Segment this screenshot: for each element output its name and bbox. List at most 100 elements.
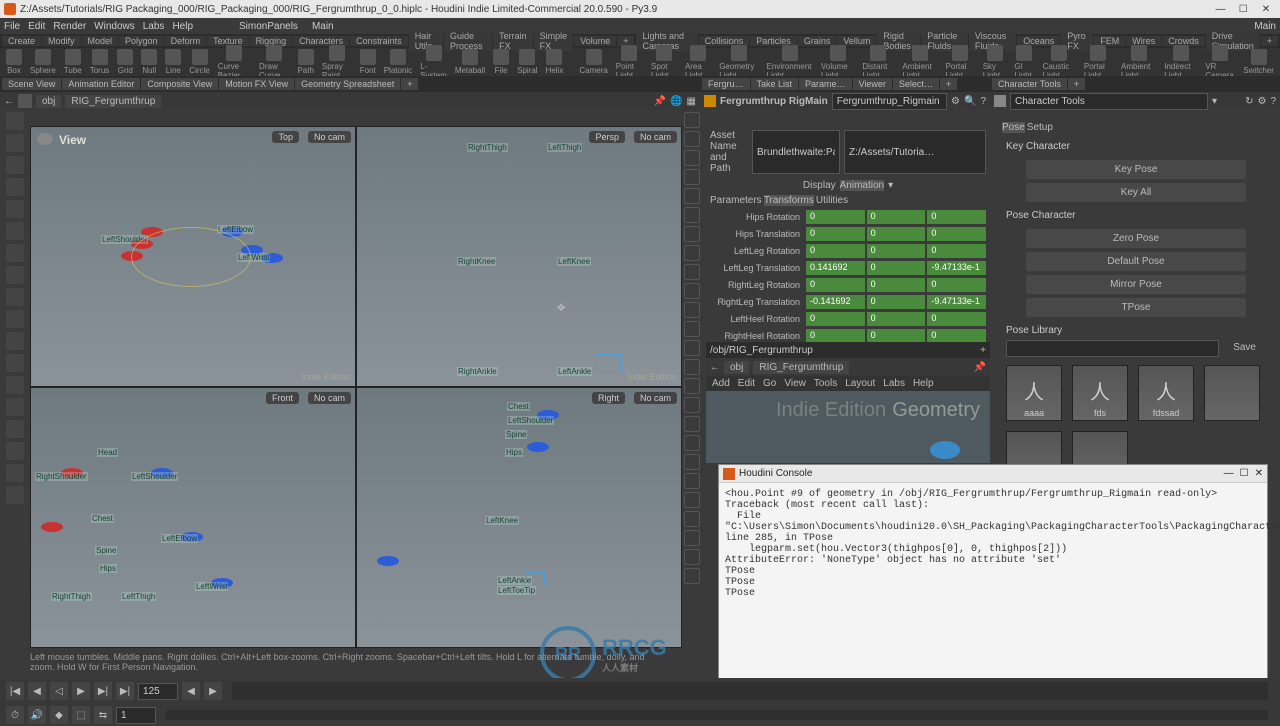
shelf-item[interactable]: GI Light xyxy=(1014,45,1034,80)
desktop-dropdown[interactable]: SimonPanels xyxy=(239,21,298,32)
display-options-icon[interactable] xyxy=(6,112,24,130)
shelf-item[interactable]: Spray Paint xyxy=(322,45,352,80)
prev-frame-button[interactable]: ◀ xyxy=(28,682,46,700)
pane-tab[interactable]: Select… xyxy=(893,78,939,90)
vp-tool-icon[interactable] xyxy=(684,511,700,527)
shelf-item[interactable]: Geometry Light xyxy=(719,45,758,80)
joint[interactable] xyxy=(377,556,399,566)
close-button[interactable]: ✕ xyxy=(1256,4,1276,15)
vp-tool-icon[interactable] xyxy=(684,150,700,166)
shelf-tab[interactable]: Guide Process xyxy=(444,31,492,51)
param-x-field[interactable]: 0 xyxy=(806,329,865,343)
tool-icon[interactable] xyxy=(6,376,24,394)
save-pose-button[interactable]: Save xyxy=(1223,340,1266,357)
scope-icon[interactable]: ⬚ xyxy=(72,706,90,724)
shelf-item[interactable]: Font xyxy=(360,49,376,75)
tool-icon[interactable] xyxy=(6,420,24,438)
default-pose-button[interactable]: Default Pose xyxy=(1026,252,1246,271)
vp-tool-icon[interactable] xyxy=(684,397,700,413)
pane-tab-sceneview[interactable]: Scene View xyxy=(2,78,61,90)
shelf-item[interactable]: Torus xyxy=(90,49,110,75)
shelf-item[interactable]: VR Camera xyxy=(1205,45,1235,80)
menu-file[interactable]: File xyxy=(4,21,20,32)
shelf-item[interactable]: Environment Light xyxy=(767,45,813,80)
pane-tab[interactable]: Viewer xyxy=(853,78,892,90)
shelf-tab[interactable]: Deform xyxy=(165,36,207,46)
search-icon[interactable]: 🔍 xyxy=(964,96,976,107)
tool-icon[interactable] xyxy=(6,134,24,152)
shelf-tab[interactable]: Constraints xyxy=(350,36,408,46)
shelf-item[interactable]: File xyxy=(493,49,509,75)
pane-tab-add[interactable]: + xyxy=(1068,78,1085,90)
net-menu[interactable]: Go xyxy=(763,378,776,389)
shelf-tab[interactable]: Terrain FX xyxy=(493,31,533,51)
vp-tool-icon[interactable] xyxy=(684,454,700,470)
pane-tab-add[interactable]: + xyxy=(401,78,418,90)
vp-tool-icon[interactable] xyxy=(684,492,700,508)
shelf-tab[interactable]: Simple FX xyxy=(534,31,574,51)
vp-tool-icon[interactable] xyxy=(684,530,700,546)
viewport-front[interactable]: Front No cam Head Chest Spine Hips LeftS… xyxy=(30,387,356,648)
param-z-field[interactable]: 0 xyxy=(927,312,986,326)
vp-tool-icon[interactable] xyxy=(684,169,700,185)
shelf-item[interactable]: Helix xyxy=(546,49,564,75)
shelf-tab[interactable]: Modify xyxy=(42,36,81,46)
node-icon[interactable] xyxy=(930,441,960,459)
net-menu[interactable]: Tools xyxy=(814,378,837,389)
shelf-set-dropdown[interactable]: Main xyxy=(312,21,334,32)
param-z-field[interactable]: 0 xyxy=(927,227,986,241)
shelf-item[interactable]: Spot Light xyxy=(651,45,677,80)
subtab-transforms[interactable]: Transforms xyxy=(764,195,814,206)
pane-tab[interactable]: Fergru… xyxy=(702,78,750,90)
dropdown-icon[interactable]: ▾ xyxy=(888,180,893,191)
net-menu[interactable]: View xyxy=(784,378,806,389)
vp-tool-icon[interactable] xyxy=(684,283,700,299)
shelf-item[interactable]: Volume Light xyxy=(821,45,854,80)
tool-icon[interactable] xyxy=(6,288,24,306)
console-output[interactable]: <hou.Point #9 of geometry in /obj/RIG_Fe… xyxy=(719,483,1267,605)
step-fwd-button[interactable]: ▶ xyxy=(204,682,222,700)
chartools-dropdown-icon[interactable]: ▾ xyxy=(1212,96,1217,107)
pane-tab-geospread[interactable]: Geometry Spreadsheet xyxy=(295,78,400,90)
shelf-item[interactable]: L-System xyxy=(420,45,447,80)
net-menu[interactable]: Edit xyxy=(738,378,755,389)
zero-pose-button[interactable]: Zero Pose xyxy=(1026,229,1246,248)
param-z-field[interactable]: -9.47133e-1 xyxy=(927,261,986,275)
realtime-icon[interactable]: ⏱ xyxy=(6,706,24,724)
minimize-button[interactable]: — xyxy=(1210,4,1230,15)
subtab-parameters[interactable]: Parameters xyxy=(710,195,762,206)
view-tag-nocam[interactable]: No cam xyxy=(308,392,351,404)
view-tag-top[interactable]: Top xyxy=(272,131,299,143)
shelf-item[interactable]: Box xyxy=(6,49,22,75)
vp-tool-icon[interactable] xyxy=(684,359,700,375)
settings-gear-icon[interactable]: ⚙ xyxy=(1257,96,1266,107)
network-view[interactable]: Indie Edition Geometry xyxy=(706,391,990,463)
param-x-field[interactable]: 0 xyxy=(806,312,865,326)
tool-icon[interactable] xyxy=(6,222,24,240)
shelf-item[interactable]: Metaball xyxy=(455,49,485,75)
path-obj[interactable]: obj xyxy=(36,95,61,108)
view-tag-nocam[interactable]: No cam xyxy=(634,392,677,404)
viewport-persp[interactable]: Persp No cam Indie Edition LeftThigh Rig… xyxy=(356,126,682,387)
param-y-field[interactable]: 0 xyxy=(867,312,926,326)
vp-tool-icon[interactable] xyxy=(684,416,700,432)
tool-icon[interactable] xyxy=(6,156,24,174)
reload-icon[interactable]: ↻ xyxy=(1245,96,1253,107)
console-close-icon[interactable]: ✕ xyxy=(1255,468,1263,479)
view-tag-nocam[interactable]: No cam xyxy=(308,131,351,143)
pin-icon[interactable]: 📌 xyxy=(654,96,666,107)
vp-tool-icon[interactable] xyxy=(684,245,700,261)
pin-icon[interactable]: 📌 xyxy=(974,362,986,373)
fergru-current-field[interactable] xyxy=(832,93,947,110)
menu-labs[interactable]: Labs xyxy=(143,21,165,32)
chartab-setup[interactable]: Setup xyxy=(1027,122,1053,133)
pose-thumb[interactable] xyxy=(1204,365,1260,421)
param-y-field[interactable]: 0 xyxy=(867,278,926,292)
shelf-item[interactable]: Switcher xyxy=(1243,49,1274,75)
subtab-utilities[interactable]: Utilities xyxy=(816,195,848,206)
frame-start-field[interactable] xyxy=(116,707,156,724)
last-frame-button[interactable]: ▶| xyxy=(116,682,134,700)
tool-icon[interactable] xyxy=(6,178,24,196)
param-x-field[interactable]: 0 xyxy=(806,227,865,241)
shelf-item[interactable]: Spiral xyxy=(517,49,537,75)
